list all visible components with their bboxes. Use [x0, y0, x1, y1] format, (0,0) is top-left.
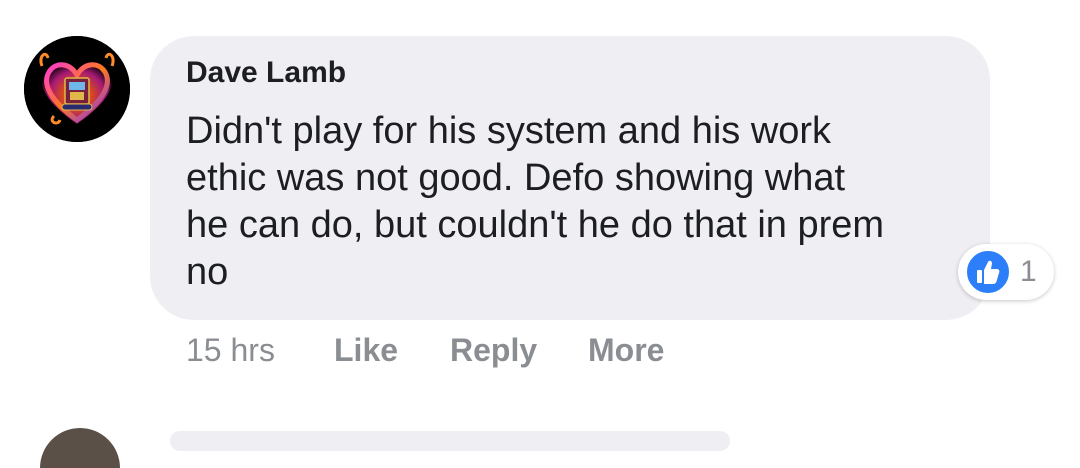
like-button[interactable]: Like: [334, 332, 398, 369]
comment-timestamp[interactable]: 15 hrs: [186, 332, 275, 369]
next-comment-bubble: [170, 431, 730, 451]
next-comment-avatar[interactable]: [40, 428, 120, 468]
comment: Dave Lamb Didn't play for his system and…: [0, 0, 1080, 468]
avatar[interactable]: [24, 36, 130, 142]
comment-author[interactable]: Dave Lamb: [186, 56, 346, 90]
comment-text: Didn't play for his system and his work …: [186, 108, 976, 296]
thumbs-up-icon: [964, 248, 1012, 296]
more-button[interactable]: More: [588, 332, 664, 369]
reaction-count: 1: [1020, 255, 1037, 288]
comment-text-line: he can do, but couldn't he do that in pr…: [186, 204, 885, 246]
reply-button[interactable]: Reply: [450, 332, 537, 369]
comment-text-line: no: [186, 251, 229, 293]
reaction-summary[interactable]: 1: [958, 244, 1054, 300]
comment-text-line: Didn't play for his system and his work: [186, 110, 832, 152]
flaming-heart-crest-icon: [24, 36, 130, 142]
comment-text-line: ethic was not good. Defo showing what: [186, 157, 846, 199]
